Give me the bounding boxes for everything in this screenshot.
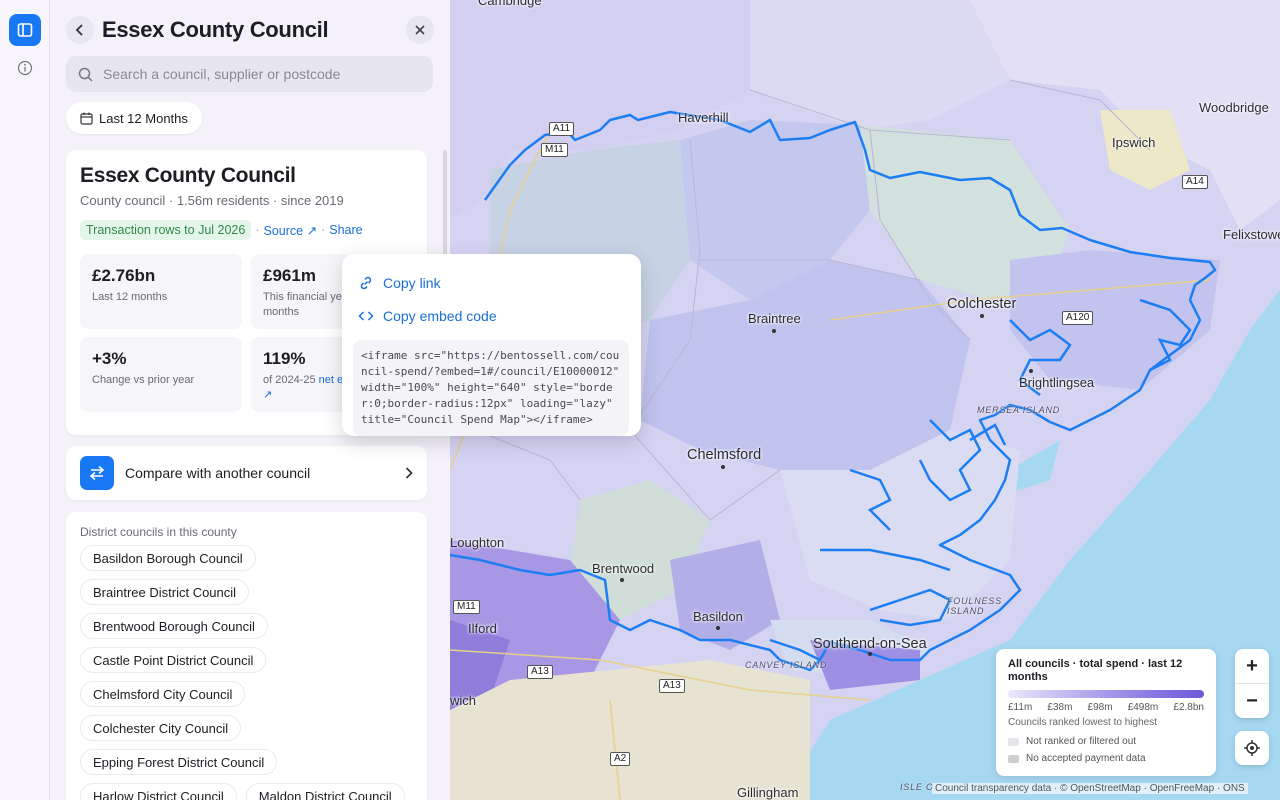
district-chip[interactable]: Braintree District Council <box>80 579 250 605</box>
search-input[interactable] <box>103 66 403 82</box>
island-sheppey: ISLE O <box>900 782 934 792</box>
copy-link-button[interactable]: Copy link <box>358 266 629 299</box>
place-ilford: Ilford <box>468 621 497 636</box>
date-range-button[interactable]: Last 12 Months <box>66 102 202 134</box>
road-shield: A13 <box>659 679 685 693</box>
transaction-rows-badge: Transaction rows to Jul 2026 <box>80 220 252 240</box>
legend-gradient <box>1008 690 1204 698</box>
district-chip[interactable]: Epping Forest District Council <box>80 749 278 775</box>
place-cambridge: Cambridge <box>478 0 542 8</box>
district-chip[interactable]: Maldon District Council <box>245 783 405 800</box>
code-icon <box>358 310 374 321</box>
legend-title: All councils · total spend · last 12 mon… <box>1008 658 1183 683</box>
compare-button[interactable]: Compare with another council <box>66 446 427 500</box>
district-chip[interactable]: Colchester City Council <box>80 715 242 741</box>
city-dot <box>620 578 624 582</box>
place-haverhill: Haverhill <box>678 110 729 125</box>
locate-icon <box>1244 740 1260 756</box>
district-councils-card: District councils in this county Basildo… <box>66 512 427 800</box>
chevron-right-icon <box>405 467 413 479</box>
road-shield: A11 <box>549 122 575 136</box>
district-chip[interactable]: Harlow District Council <box>80 783 237 800</box>
date-range-label: Last 12 Months <box>99 110 188 126</box>
stat-value: £2.76bn <box>92 266 156 285</box>
city-dot <box>716 626 720 630</box>
road-shield: A2 <box>610 752 631 766</box>
place-woodbridge: Woodbridge <box>1199 100 1269 115</box>
zoom-out-button[interactable]: − <box>1235 684 1269 718</box>
district-chip[interactable]: Chelmsford City Council <box>80 681 246 707</box>
place-southend: Southend-on-Sea <box>813 636 927 652</box>
legend-key-no-data: No accepted payment data <box>1008 753 1204 764</box>
copy-link-label: Copy link <box>383 274 441 291</box>
panel-header: Essex County Council <box>66 14 434 46</box>
place-felixstowe: Felixstowe <box>1223 227 1280 242</box>
back-button[interactable] <box>66 16 94 44</box>
district-chip[interactable]: Castle Point District Council <box>80 647 267 673</box>
district-chip[interactable]: Brentwood Borough Council <box>80 613 268 639</box>
legend-note: Councils ranked lowest to highest <box>1008 717 1157 728</box>
zoom-in-button[interactable]: + <box>1235 649 1269 683</box>
copy-embed-button[interactable]: Copy embed code <box>358 299 629 332</box>
place-brentwood: Brentwood <box>592 561 655 576</box>
embed-code-box[interactable]: <iframe src="https://bentossell.com/coun… <box>353 340 629 436</box>
panel-title: Essex County Council <box>102 17 329 42</box>
place-gillingham: Gillingham <box>737 785 799 800</box>
place-ipswich: Ipswich <box>1112 135 1156 150</box>
island-foulness: FOULNESS ISLAND <box>947 596 1002 616</box>
road-shield: M11 <box>453 600 480 614</box>
city-dot <box>868 652 872 656</box>
place-wich: wich <box>450 693 477 708</box>
locate-button[interactable] <box>1235 731 1269 765</box>
place-loughton: Loughton <box>450 535 505 550</box>
share-menu: Copy link Copy embed code <iframe src="h… <box>342 254 641 436</box>
chevron-left-icon <box>75 24 83 36</box>
island-mersea: MERSEA ISLAND <box>977 405 1061 415</box>
island-canvey: CANVEY ISLAND <box>745 660 828 670</box>
legend-ticks: £11m £38m £98m £498m £2.8bn <box>1008 702 1204 713</box>
district-chip[interactable]: Basildon Borough Council <box>80 545 256 571</box>
district-heading: District councils in this county <box>80 525 237 539</box>
district-list: Basildon Borough Council Braintree Distr… <box>80 545 413 800</box>
place-colchester: Colchester <box>947 296 1017 312</box>
link-icon <box>360 276 372 289</box>
search-bar[interactable] <box>66 56 433 92</box>
council-name: Essex County Council <box>80 164 296 187</box>
city-dot <box>1029 369 1033 373</box>
source-link[interactable]: Source ↗ <box>264 223 318 238</box>
road-shield: A14 <box>1182 175 1208 189</box>
data-tags: Transaction rows to Jul 2026 · Source ↗ … <box>80 220 413 240</box>
stat-last-12-months: £2.76bn Last 12 months <box>80 254 242 329</box>
map-legend: All councils · total spend · last 12 mon… <box>996 649 1216 776</box>
stat-value: +3% <box>92 349 127 368</box>
city-dot <box>721 465 725 469</box>
council-meta: County council · 1.56m residents · since… <box>80 193 344 208</box>
place-braintree: Braintree <box>748 311 801 326</box>
place-chelmsford: Chelmsford <box>687 447 762 463</box>
left-rail <box>0 0 50 800</box>
stat-change: +3% Change vs prior year <box>80 337 242 412</box>
stat-label: Change vs prior year <box>92 374 195 386</box>
calendar-icon <box>80 112 93 125</box>
sidebar-toggle-icon[interactable] <box>9 14 41 46</box>
compare-label: Compare with another council <box>125 465 311 481</box>
copy-embed-label: Copy embed code <box>383 307 497 324</box>
swap-icon <box>80 456 114 490</box>
city-dot <box>772 329 776 333</box>
info-icon[interactable] <box>9 52 41 84</box>
search-icon <box>78 67 93 82</box>
close-icon <box>415 25 425 35</box>
place-basildon: Basildon <box>693 609 743 624</box>
stat-label: Last 12 months <box>92 291 168 303</box>
close-button[interactable] <box>406 16 434 44</box>
zoom-controls: + − <box>1235 649 1269 718</box>
share-link[interactable]: Share <box>329 223 362 237</box>
map-attribution: Council transparency data · © OpenStreet… <box>932 783 1248 794</box>
place-brightlingsea: Brightlingsea <box>1019 375 1095 390</box>
legend-key-not-ranked: Not ranked or filtered out <box>1008 736 1204 747</box>
road-shield: A13 <box>527 665 553 679</box>
road-shield: A120 <box>1062 311 1094 325</box>
city-dot <box>980 314 984 318</box>
road-shield: M11 <box>541 143 568 157</box>
